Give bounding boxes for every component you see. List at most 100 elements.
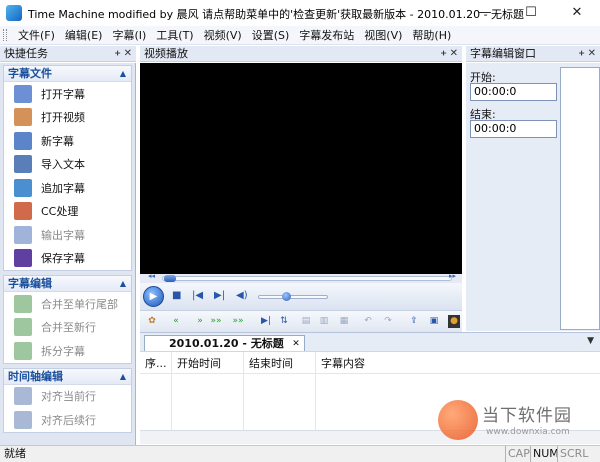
redo-icon[interactable]: ↷ xyxy=(382,315,394,328)
volume-icon[interactable]: ◀) xyxy=(236,290,248,301)
cc-process-icon xyxy=(14,202,32,221)
task-group-title: 字幕文件 xyxy=(8,67,52,80)
save-icon[interactable]: ▣ xyxy=(428,315,440,328)
title-bar: Time Machine modified by 晨风 请点帮助菜单中的'检查更… xyxy=(0,0,600,26)
menu-edit[interactable]: 编辑(E) xyxy=(60,26,108,45)
seek-bar[interactable]: ◂◂ ▸▸ xyxy=(140,272,462,283)
task-group: 时间轴编辑 ▲ 对齐当前行对齐后续行 xyxy=(3,367,132,433)
task-item[interactable]: 合并至新行 xyxy=(4,316,131,340)
edit-panel-title: 字幕编辑窗口 xyxy=(470,47,536,60)
sync-icon[interactable]: ⇅ xyxy=(278,315,290,328)
align-next-icon xyxy=(14,410,32,429)
menu-bar: 文件(F) 编辑(E) 字幕(I) 工具(T) 视频(V) 设置(S) 字幕发布… xyxy=(0,26,600,45)
seek-knob[interactable] xyxy=(164,275,176,282)
export-icon[interactable]: ⇪ xyxy=(408,315,420,328)
chevron-down-icon[interactable]: ▼ xyxy=(587,336,594,346)
close-icon[interactable]: ✕ xyxy=(124,46,132,62)
task-group-header[interactable]: 字幕编辑 ▲ xyxy=(4,276,131,292)
close-button[interactable]: ✕ xyxy=(554,0,600,26)
seek-forward-icon[interactable]: ▸▸ xyxy=(449,272,456,280)
seek-back-icon[interactable]: ◂◂ xyxy=(148,272,155,280)
seek-track[interactable] xyxy=(162,276,452,281)
merge-new-line-icon xyxy=(14,318,32,337)
task-item[interactable]: 追加字幕 xyxy=(4,176,131,200)
column-end-time[interactable]: 结束时间 xyxy=(244,352,316,432)
task-item-label: 对齐当前行 xyxy=(41,390,96,404)
task-group: 字幕编辑 ▲ 合并至单行尾部合并至新行拆分字幕 xyxy=(3,275,132,364)
chevron-up-icon[interactable]: ▲ xyxy=(120,369,126,385)
step-forward-icon[interactable]: » xyxy=(194,315,206,328)
close-icon[interactable]: ✕ xyxy=(292,336,300,352)
chevron-up-icon[interactable]: ▲ xyxy=(120,276,126,292)
new-subtitle-icon xyxy=(14,131,32,150)
task-item[interactable]: 打开视频 xyxy=(4,106,131,130)
play-icon[interactable]: ▶ xyxy=(143,286,164,307)
close-icon[interactable]: ✕ xyxy=(450,46,458,62)
task-item-label: 拆分字幕 xyxy=(41,344,85,358)
volume-track[interactable] xyxy=(258,295,328,299)
prev-icon[interactable]: |◀ xyxy=(192,290,203,301)
fast-forward-more-icon[interactable]: »» xyxy=(232,315,244,328)
settings-icon[interactable]: ✿ xyxy=(146,315,158,328)
rewind-icon[interactable]: « xyxy=(170,315,182,328)
fast-forward-icon[interactable]: »» xyxy=(210,315,222,328)
edit-toolbar: ✿ « » »» »» ▶| ⇅ ▤ ▥ ▦ ↶ ↷ ⇪ ▣ ● xyxy=(140,310,462,332)
pin-icon[interactable]: ᚐ xyxy=(441,46,446,62)
task-item[interactable]: 保存字幕 xyxy=(4,247,131,271)
volume-knob[interactable] xyxy=(282,292,291,301)
video-panel-header: 视频播放 ᚐ ✕ xyxy=(140,46,462,62)
task-item-label: 合并至新行 xyxy=(41,321,96,335)
insert-line-icon[interactable]: ▦ xyxy=(338,315,350,328)
pin-icon[interactable]: ᚐ xyxy=(115,46,120,62)
task-item[interactable]: 拆分字幕 xyxy=(4,339,131,363)
undo-icon[interactable]: ↶ xyxy=(362,315,374,328)
column-index[interactable]: 序... xyxy=(140,352,172,432)
left-panel-title: 快捷任务 xyxy=(4,47,48,60)
menu-file[interactable]: 文件(F) xyxy=(13,26,60,45)
video-panel-title: 视频播放 xyxy=(144,47,188,60)
status-text: 就绪 xyxy=(4,447,26,460)
task-group: 字幕文件 ▲ 打开字幕 打开视频 新字幕 导入文本追加字幕 CC处理输出字幕 保存字幕 xyxy=(3,65,132,271)
menu-view[interactable]: 视图(V) xyxy=(359,26,407,45)
window-title: Time Machine modified by 晨风 请点帮助菜单中的'检查更… xyxy=(28,8,525,21)
next-icon[interactable]: ▶| xyxy=(214,290,225,301)
task-item[interactable]: 合并至单行尾部 xyxy=(4,292,131,316)
column-start-time[interactable]: 开始时间 xyxy=(172,352,244,432)
menu-help[interactable]: 帮助(H) xyxy=(407,26,456,45)
play-segment-icon[interactable]: ▶| xyxy=(260,315,272,328)
stop-icon[interactable]: ■ xyxy=(172,290,181,301)
pin-icon[interactable]: ᚐ xyxy=(579,46,584,62)
task-group-header[interactable]: 字幕文件 ▲ xyxy=(4,66,131,82)
record-icon[interactable]: ● xyxy=(448,315,460,328)
minimize-button[interactable]: — xyxy=(462,0,508,26)
menu-settings[interactable]: 设置(S) xyxy=(247,26,295,45)
split-line-icon[interactable]: ▤ xyxy=(300,315,312,328)
menu-grip[interactable] xyxy=(3,29,7,41)
left-panel-header: 快捷任务 ᚐ ✕ xyxy=(0,46,136,62)
menu-subtitle[interactable]: 字幕(I) xyxy=(107,26,151,45)
task-item[interactable]: 打开字幕 xyxy=(4,82,131,106)
task-item[interactable]: 导入文本 xyxy=(4,153,131,177)
chevron-up-icon[interactable]: ▲ xyxy=(120,66,126,82)
merge-line-icon[interactable]: ▥ xyxy=(318,315,330,328)
watermark-logo xyxy=(438,400,478,440)
maximize-button[interactable]: ☐ xyxy=(508,0,554,26)
document-tab[interactable]: 2010.01.20 - 无标题 ✕ xyxy=(144,335,305,352)
task-item-label: CC处理 xyxy=(41,205,79,219)
task-item[interactable]: 对齐当前行 xyxy=(4,385,131,409)
task-item[interactable]: 对齐后续行 xyxy=(4,408,131,432)
menu-video[interactable]: 视频(V) xyxy=(199,26,247,45)
task-group-header[interactable]: 时间轴编辑 ▲ xyxy=(4,368,131,385)
subtitle-text-area[interactable] xyxy=(560,67,600,330)
start-time-field[interactable]: 00:00:0 xyxy=(470,83,557,101)
watermark-url: www.downxia.com xyxy=(486,427,570,437)
task-item-label: 追加字幕 xyxy=(41,181,85,195)
menu-tools[interactable]: 工具(T) xyxy=(151,26,198,45)
task-item[interactable]: 新字幕 xyxy=(4,129,131,153)
close-icon[interactable]: ✕ xyxy=(588,46,596,62)
video-viewport[interactable] xyxy=(140,63,462,274)
task-item[interactable]: CC处理 xyxy=(4,200,131,224)
end-time-field[interactable]: 00:00:0 xyxy=(470,120,557,138)
task-item[interactable]: 输出字幕 xyxy=(4,223,131,247)
menu-publish-site[interactable]: 字幕发布站 xyxy=(294,26,359,45)
